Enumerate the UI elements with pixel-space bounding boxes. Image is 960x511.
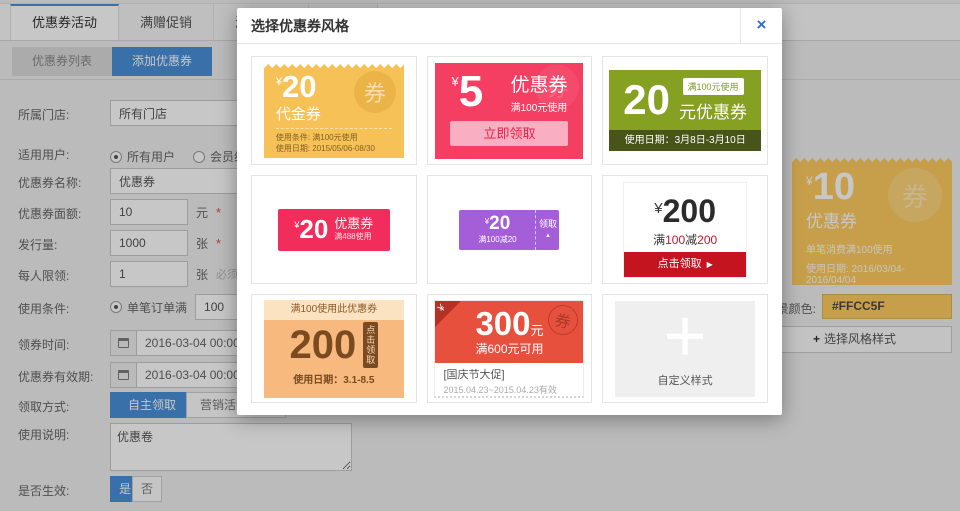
watermark-glyph: 券	[553, 306, 574, 333]
cond-text: 满	[653, 233, 665, 247]
close-icon[interactable]: ×	[740, 8, 782, 44]
coupon-date: 2015.04.23~2015.04.23有效	[443, 383, 575, 396]
coupon-style-option-2[interactable]: 券 ¥5 优惠券 满100元使用 立即领取	[427, 56, 593, 165]
cond-number: 100	[665, 233, 685, 247]
custom-style-label: 自定义样式	[615, 372, 755, 388]
coupon-condition: 满488使用	[334, 231, 373, 242]
click-claim-label: 点击领取	[658, 258, 702, 270]
currency-symbol: ¥	[654, 200, 662, 217]
watermark-glyph: 券	[364, 76, 386, 108]
coupon-style-option-4[interactable]: ¥20 优惠券 满488使用	[251, 175, 417, 284]
coupon-style-option-7[interactable]: 满100使用此优惠券 200 点击领取 使用日期：3.1-8.5	[251, 294, 417, 403]
coupon-date: 使用日期：3月8日-3月10日	[609, 130, 761, 151]
coupon-amount: 20	[282, 69, 316, 104]
coupon-watermark-icon: 券	[354, 71, 396, 113]
coupon-style-option-3[interactable]: 20 满100元使用 元优惠券 使用日期：3月8日-3月10日	[602, 56, 768, 165]
coupon-amount: 20	[623, 78, 670, 122]
coupon-style-modal: 选择优惠券风格 × ¥20 代金券 使用条件: 满100元使用 使用日期: 20…	[237, 8, 782, 415]
arrow-right-icon: ▶	[707, 260, 713, 269]
currency-symbol: ¥	[451, 74, 458, 89]
coupon-style-option-8[interactable]: ¥ 券 300元 满600元可用 [国庆节大促] 2015.04.23~2015…	[427, 294, 593, 403]
plus-icon: +	[615, 301, 755, 371]
promo-name: [国庆节大促]	[443, 366, 575, 382]
coupon-style-option-5[interactable]: ¥20 满100减20 领取 ▲	[427, 175, 593, 284]
modal-header: 选择优惠券风格 ×	[237, 8, 782, 44]
coupon-title: 优惠券	[334, 217, 373, 231]
zigzag-edge	[264, 394, 404, 398]
zigzag-edge	[264, 64, 404, 68]
click-claim-button[interactable]: 点击领取 ▶	[624, 252, 746, 277]
coupon-style-option-custom[interactable]: + 自定义样式	[602, 294, 768, 403]
cond-text: 减	[685, 233, 697, 247]
watermark-glyph: 券	[546, 71, 568, 103]
arrow-up-icon: ▲	[545, 231, 551, 241]
coupon-unit: 元	[531, 323, 544, 338]
coupon-title: 元优惠券	[679, 98, 747, 123]
coupon-condition: 满600元可用	[435, 340, 583, 357]
coupon-amount: 20	[489, 213, 510, 234]
click-claim-tag[interactable]: 点击领取	[363, 322, 378, 368]
coupon-date: 使用日期: 2015/05/06-08/30	[276, 143, 392, 154]
coupon-date: 使用日期：3.1-8.5	[264, 371, 404, 386]
coupon-amount: 5	[459, 67, 483, 116]
coupon-style-grid: ¥20 代金券 使用条件: 满100元使用 使用日期: 2015/05/06-0…	[237, 44, 782, 415]
claim-label: 领取	[539, 219, 557, 229]
coupon-condition: 使用条件: 满100元使用	[276, 132, 392, 143]
zigzag-edge	[264, 154, 404, 158]
coupon-condition: 满100减200	[624, 231, 746, 248]
claim-now-button[interactable]: 立即领取	[450, 121, 568, 146]
coupon-condition: 满100使用此优惠券	[264, 300, 404, 320]
cond-number: 200	[697, 233, 717, 247]
modal-title: 选择优惠券风格	[237, 18, 349, 34]
coupon-style-option-1[interactable]: ¥20 代金券 使用条件: 满100元使用 使用日期: 2015/05/06-0…	[251, 56, 417, 165]
coupon-condition: 满100减20	[478, 234, 516, 245]
coupon-condition-tag: 满100元使用	[683, 78, 744, 95]
coupon-amount: 20	[299, 214, 328, 244]
coupon-amount: 200	[289, 325, 356, 365]
coupon-amount: 200	[663, 193, 716, 229]
coupon-amount: 300	[475, 305, 530, 342]
coupon-watermark-icon: 券	[535, 65, 579, 109]
coupon-style-option-6[interactable]: ¥200 满100减200 点击领取▶	[602, 175, 768, 284]
